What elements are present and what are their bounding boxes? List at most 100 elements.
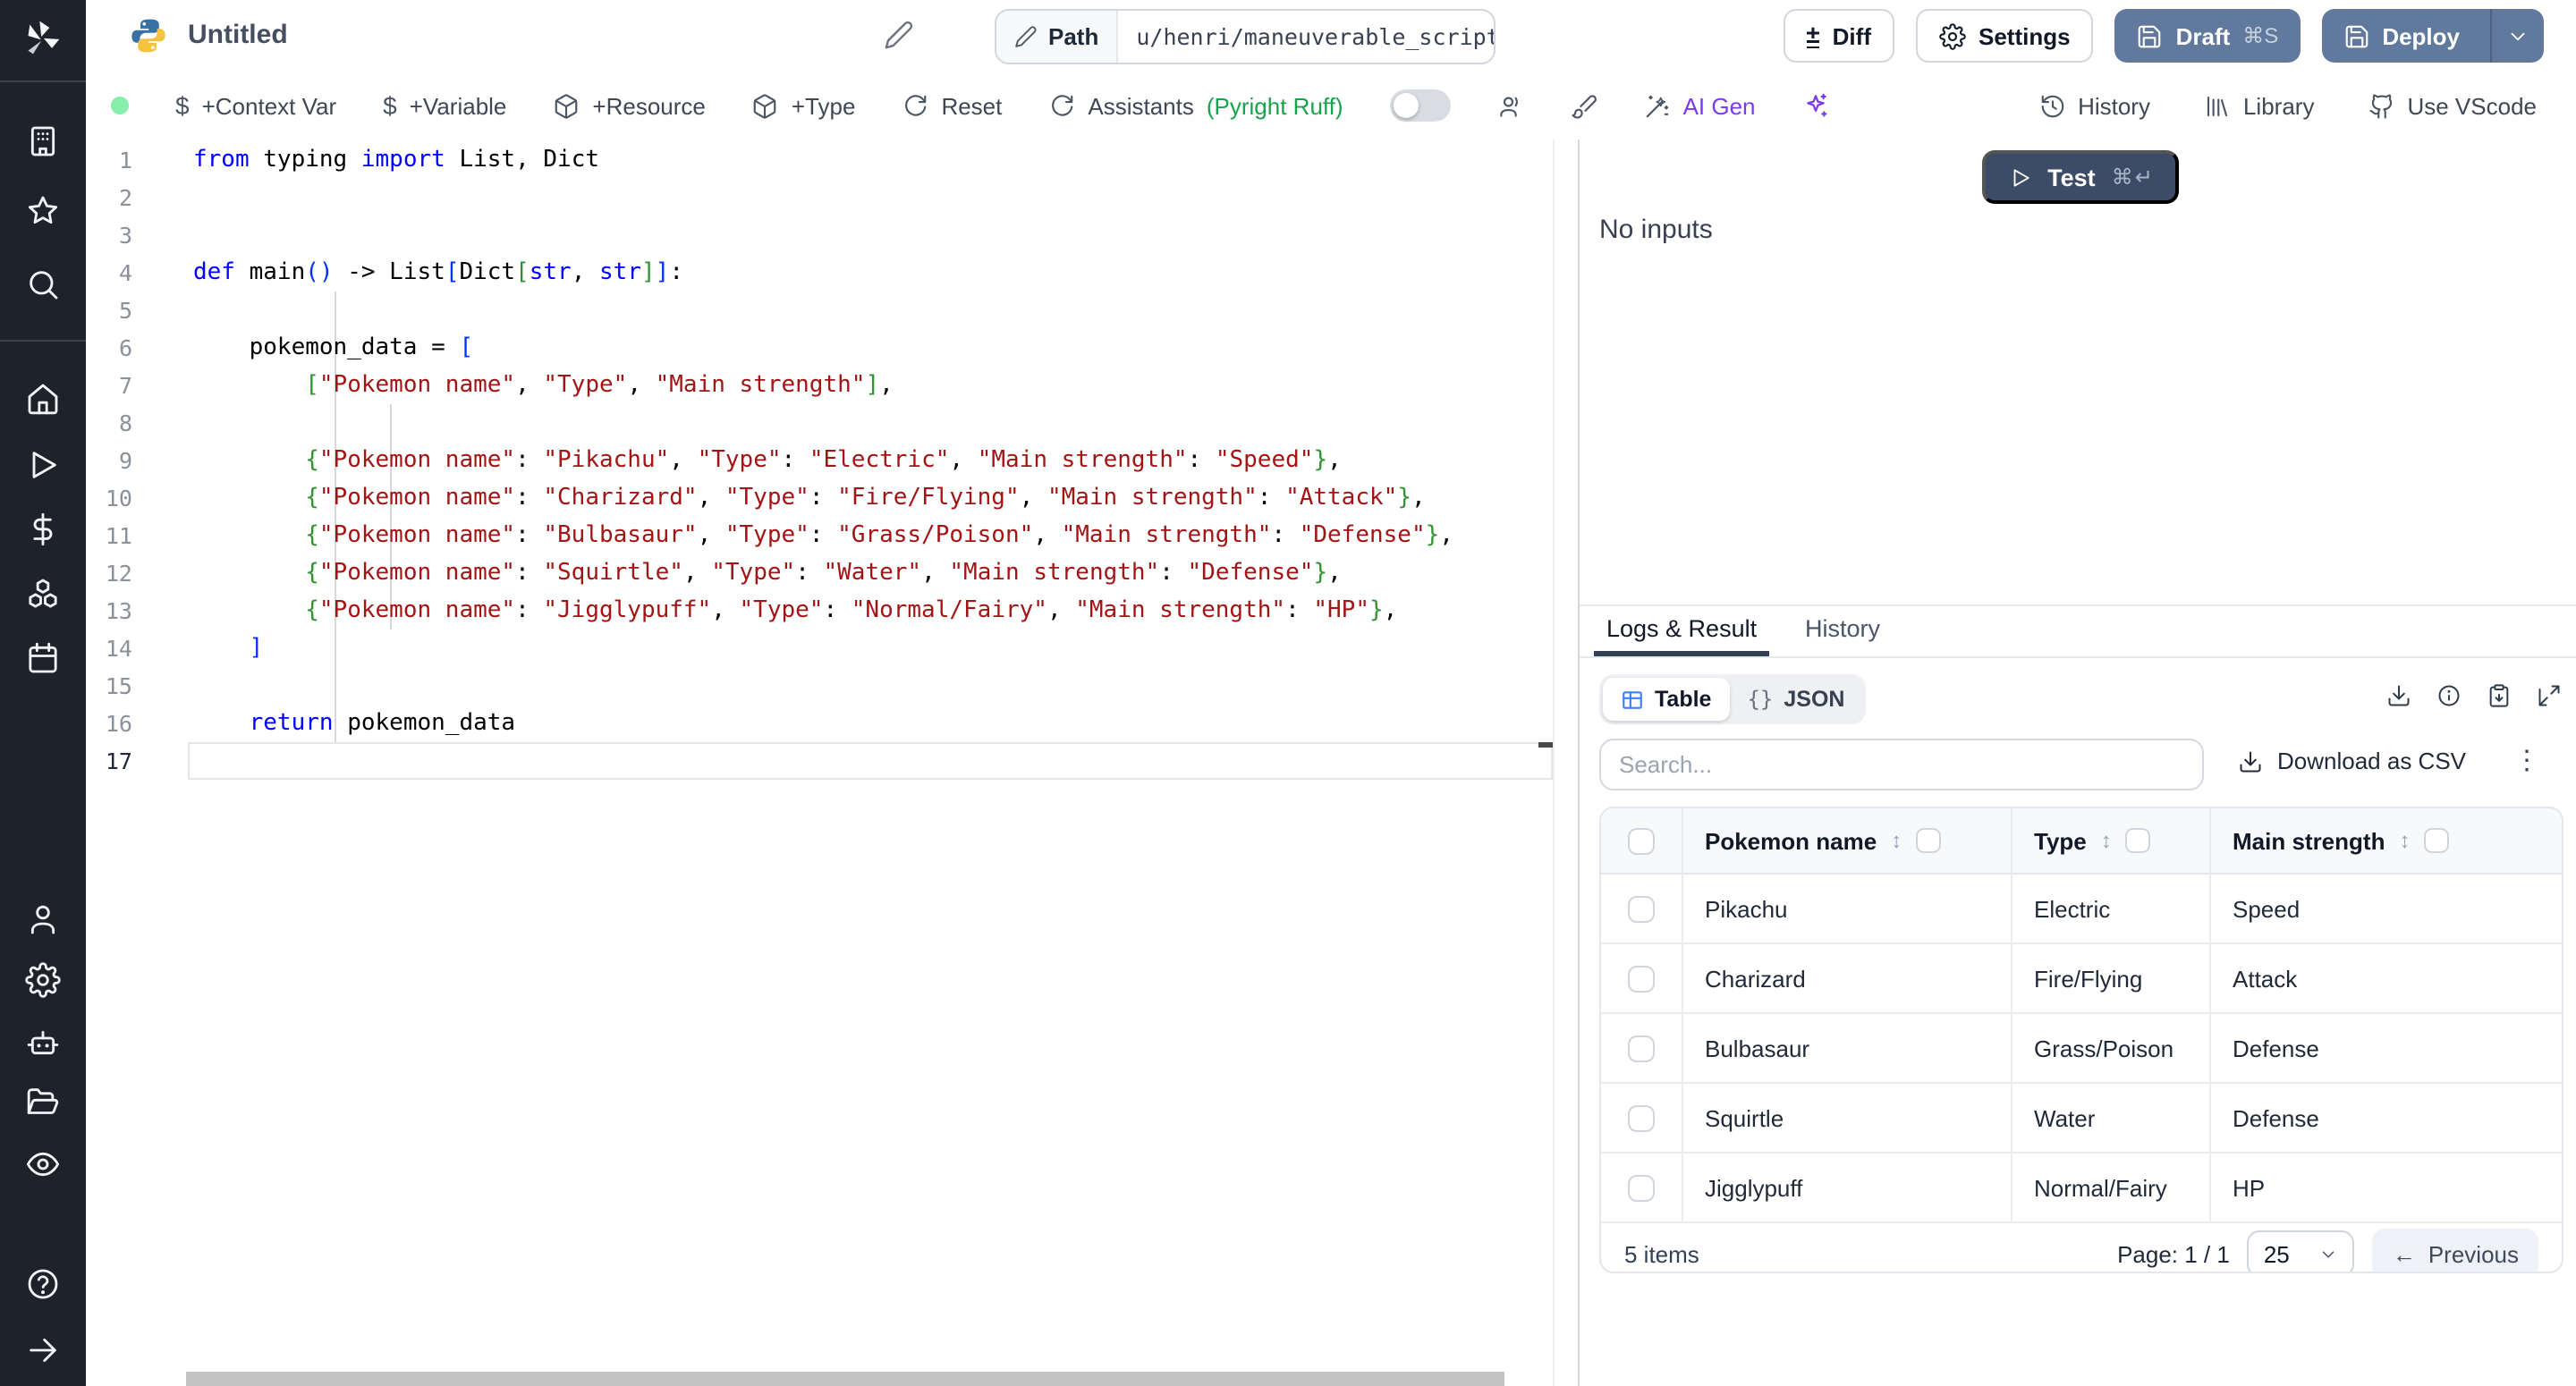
collapse-arrow-icon[interactable] bbox=[25, 1332, 61, 1368]
assistants-button[interactable]: Assistants (Pyright Ruff) bbox=[1048, 92, 1343, 119]
users-icon bbox=[1497, 92, 1524, 119]
user-icon[interactable] bbox=[25, 901, 61, 937]
folders-icon[interactable] bbox=[25, 1084, 61, 1120]
edit-path-pencil-icon bbox=[1014, 25, 1038, 48]
test-run-button[interactable]: Test ⌘↵ bbox=[1982, 150, 2179, 204]
line-number: 12 bbox=[86, 554, 132, 592]
collaborators-button[interactable] bbox=[1497, 92, 1524, 119]
code-line[interactable]: {"Pokemon name": "Bulbasaur", "Type": "G… bbox=[193, 517, 1578, 554]
settings-gear-icon[interactable] bbox=[25, 962, 61, 998]
line-number: 3 bbox=[86, 216, 132, 254]
table-cell: Pikachu bbox=[1683, 875, 2012, 942]
table-menu-button[interactable]: ⋮ bbox=[2513, 744, 2540, 776]
line-number: 5 bbox=[86, 292, 132, 329]
history-button[interactable]: History bbox=[2038, 92, 2150, 119]
path-value[interactable]: u/henri/maneuverable_script bbox=[1118, 23, 1496, 50]
copy-result-icon[interactable] bbox=[2487, 683, 2512, 708]
view-table-button[interactable]: Table bbox=[1603, 678, 1729, 721]
table-cell: Electric bbox=[2012, 875, 2211, 942]
code-line[interactable]: {"Pokemon name": "Pikachu", "Type": "Ele… bbox=[193, 442, 1578, 479]
line-number: 4 bbox=[86, 254, 132, 292]
ai-gen-button[interactable]: AI Gen bbox=[1644, 92, 1756, 119]
sort-icon[interactable]: ↕ bbox=[2399, 828, 2410, 853]
code-content[interactable]: from typing import List, Dict def main() … bbox=[193, 141, 1578, 780]
search-icon[interactable] bbox=[25, 266, 61, 302]
add-variable-button[interactable]: $ +Variable bbox=[383, 91, 506, 120]
settings-button[interactable]: Settings bbox=[1916, 9, 2094, 63]
sort-icon[interactable]: ↕ bbox=[2101, 828, 2112, 853]
line-number: 6 bbox=[86, 329, 132, 367]
workspace-building-icon[interactable] bbox=[25, 123, 61, 159]
tab-logs-result[interactable]: Logs & Result bbox=[1594, 606, 1769, 656]
add-context-var-button[interactable]: $ +Context Var bbox=[175, 91, 336, 120]
draft-button[interactable]: Draft ⌘S bbox=[2115, 9, 2301, 63]
deploy-dropdown-chevron[interactable] bbox=[2490, 9, 2544, 63]
code-line[interactable]: {"Pokemon name": "Charizard", "Type": "F… bbox=[193, 479, 1578, 517]
format-brush-button[interactable] bbox=[1571, 92, 1597, 119]
code-line[interactable]: ["Pokemon name", "Type", "Main strength"… bbox=[193, 367, 1578, 404]
code-line[interactable] bbox=[193, 742, 1578, 780]
help-icon[interactable] bbox=[25, 1266, 61, 1302]
download-result-icon[interactable] bbox=[2386, 683, 2411, 708]
code-line[interactable]: ] bbox=[193, 630, 1578, 667]
resources-boxes-icon[interactable] bbox=[25, 576, 61, 612]
code-line[interactable]: {"Pokemon name": "Squirtle", "Type": "Wa… bbox=[193, 554, 1578, 592]
code-line[interactable]: from typing import List, Dict bbox=[193, 141, 1578, 179]
workers-robot-icon[interactable] bbox=[25, 1025, 61, 1061]
code-line[interactable] bbox=[193, 179, 1578, 216]
tab-history[interactable]: History bbox=[1805, 606, 1880, 656]
use-vscode-button[interactable]: Use VScode bbox=[2368, 92, 2537, 119]
variables-dollar-icon[interactable] bbox=[25, 511, 61, 547]
horizontal-scrollbar[interactable] bbox=[186, 1372, 1504, 1386]
column-filter-checkbox[interactable] bbox=[2126, 828, 2151, 853]
runs-play-icon[interactable] bbox=[25, 447, 61, 483]
table-cell: Water bbox=[2012, 1084, 2211, 1152]
add-type-button[interactable]: +Type bbox=[752, 92, 856, 119]
path-field[interactable]: Path u/henri/maneuverable_script bbox=[995, 9, 1496, 64]
select-all-checkbox[interactable] bbox=[1628, 827, 1655, 854]
audit-eye-icon[interactable] bbox=[25, 1146, 61, 1182]
row-checkbox[interactable] bbox=[1628, 895, 1655, 922]
row-checkbox[interactable] bbox=[1628, 1174, 1655, 1201]
page-size-select[interactable]: 25 bbox=[2248, 1230, 2355, 1273]
row-checkbox[interactable] bbox=[1628, 1104, 1655, 1131]
schedules-calendar-icon[interactable] bbox=[25, 640, 61, 676]
home-icon[interactable] bbox=[25, 381, 61, 417]
library-button[interactable]: Library bbox=[2204, 92, 2315, 119]
sort-icon[interactable]: ↕ bbox=[1891, 828, 1902, 853]
search-input[interactable] bbox=[1599, 739, 2204, 790]
code-line[interactable]: def main() -> List[Dict[str, str]]: bbox=[193, 254, 1578, 292]
download-csv-button[interactable]: Download as CSV bbox=[2238, 748, 2466, 774]
code-line[interactable]: pokemon_data = [ bbox=[193, 329, 1578, 367]
expand-result-icon[interactable] bbox=[2537, 683, 2562, 708]
add-resource-button[interactable]: +Resource bbox=[553, 92, 705, 119]
row-checkbox[interactable] bbox=[1628, 1035, 1655, 1061]
diff-button[interactable]: ± Diff bbox=[1783, 9, 1894, 63]
windmill-logo-icon[interactable] bbox=[23, 18, 63, 61]
multiplayer-toggle[interactable] bbox=[1390, 89, 1451, 122]
favorites-star-icon[interactable] bbox=[25, 193, 61, 229]
code-line[interactable] bbox=[193, 404, 1578, 442]
column-filter-checkbox[interactable] bbox=[1916, 828, 1941, 853]
code-line[interactable]: return pokemon_data bbox=[193, 705, 1578, 742]
table-cell: Defense bbox=[2211, 1084, 2562, 1152]
code-line[interactable] bbox=[193, 667, 1578, 705]
reset-button[interactable]: Reset bbox=[902, 92, 1002, 119]
view-json-button[interactable]: {} JSON bbox=[1729, 678, 1862, 721]
package-icon bbox=[752, 92, 779, 119]
table-cell: Grass/Poison bbox=[2012, 1014, 2211, 1082]
code-line[interactable] bbox=[193, 216, 1578, 254]
edit-summary-pencil-icon[interactable] bbox=[884, 20, 914, 50]
code-line[interactable] bbox=[193, 292, 1578, 329]
save-icon bbox=[2137, 22, 2164, 49]
code-line[interactable]: {"Pokemon name": "Jigglypuff", "Type": "… bbox=[193, 592, 1578, 630]
code-editor[interactable]: 1234567891011121314151617 from typing im… bbox=[86, 139, 1578, 1386]
info-icon[interactable] bbox=[2436, 683, 2462, 708]
row-checkbox[interactable] bbox=[1628, 965, 1655, 992]
github-icon bbox=[2368, 92, 2394, 119]
deploy-button[interactable]: Deploy bbox=[2321, 9, 2544, 63]
column-filter-checkbox[interactable] bbox=[2424, 828, 2449, 853]
previous-page-button[interactable]: ← Previous bbox=[2373, 1229, 2538, 1273]
page-indicator: Page: 1 / 1 bbox=[2117, 1240, 2230, 1267]
sparkles-icon[interactable] bbox=[1802, 91, 1831, 120]
